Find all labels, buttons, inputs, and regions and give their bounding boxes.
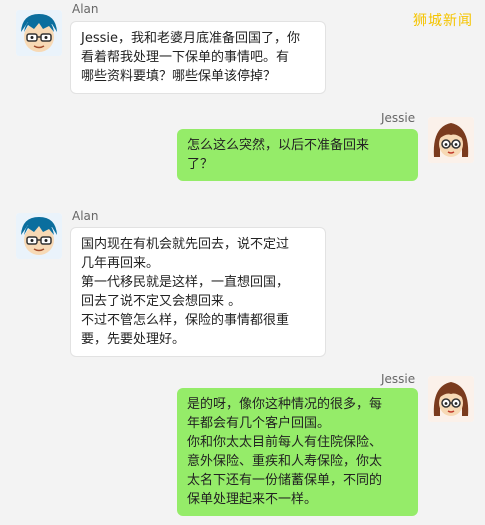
- message-line: 年都会有几个客户回国。: [187, 416, 331, 431]
- message-line: 国内现在有机会就先回去，说不定过: [81, 237, 290, 252]
- message-bubble: 是的呀，像你这种情况的很多，每 年都会有几个客户回国。 你和你太太目前每人有住院…: [177, 388, 418, 516]
- avatar-jessie[interactable]: [428, 376, 474, 422]
- message-line: 第一代移民就是这样，一直想回国，: [81, 275, 290, 290]
- message-line: 看着帮我处理一下保单的事情吧。有: [81, 50, 290, 65]
- message-line: 怎么这么突然，以后不准备回来: [187, 138, 370, 153]
- message-line: 了？: [187, 157, 214, 172]
- message-bubble: Jessie，我和老婆月底准备回国了，你 看着帮我处理一下保单的事情吧。有 哪些…: [70, 21, 326, 94]
- message-line: 太名下还有一份储蓄保单，不同的: [187, 473, 383, 488]
- message-line: 你和你太太目前每人有住院保险、: [187, 435, 383, 450]
- message-line: 不过不管怎么样，保险的事情都很重: [81, 313, 290, 328]
- sender-name: Alan: [72, 209, 99, 223]
- message-line: Jessie，我和老婆月底准备回国了，你: [81, 31, 300, 46]
- message-line: 保单处理起来不一样。: [187, 492, 318, 507]
- avatar-alan[interactable]: [16, 213, 62, 259]
- sender-name: Alan: [72, 2, 99, 16]
- sender-name: Jessie: [381, 372, 416, 386]
- message-line: 要，先要处理好。: [81, 332, 186, 347]
- message-bubble: 怎么这么突然，以后不准备回来 了？: [177, 129, 418, 181]
- message-line: 回去了说不定又会想回来 。: [81, 294, 242, 309]
- message-bubble: 国内现在有机会就先回去，说不定过 几年再回来。 第一代移民就是这样，一直想回国，…: [70, 227, 326, 357]
- avatar-jessie[interactable]: [428, 117, 474, 163]
- avatar-alan[interactable]: [16, 10, 62, 56]
- message-line: 意外保险、重疾和人寿保险，你太: [187, 454, 383, 469]
- watermark: 狮城新闻: [413, 13, 473, 29]
- message-line: 几年再回来。: [81, 256, 160, 271]
- message-line: 哪些资料要填？哪些保单该停掉？: [81, 69, 277, 84]
- sender-name: Jessie: [381, 111, 416, 125]
- message-line: 是的呀，像你这种情况的很多，每: [187, 397, 383, 412]
